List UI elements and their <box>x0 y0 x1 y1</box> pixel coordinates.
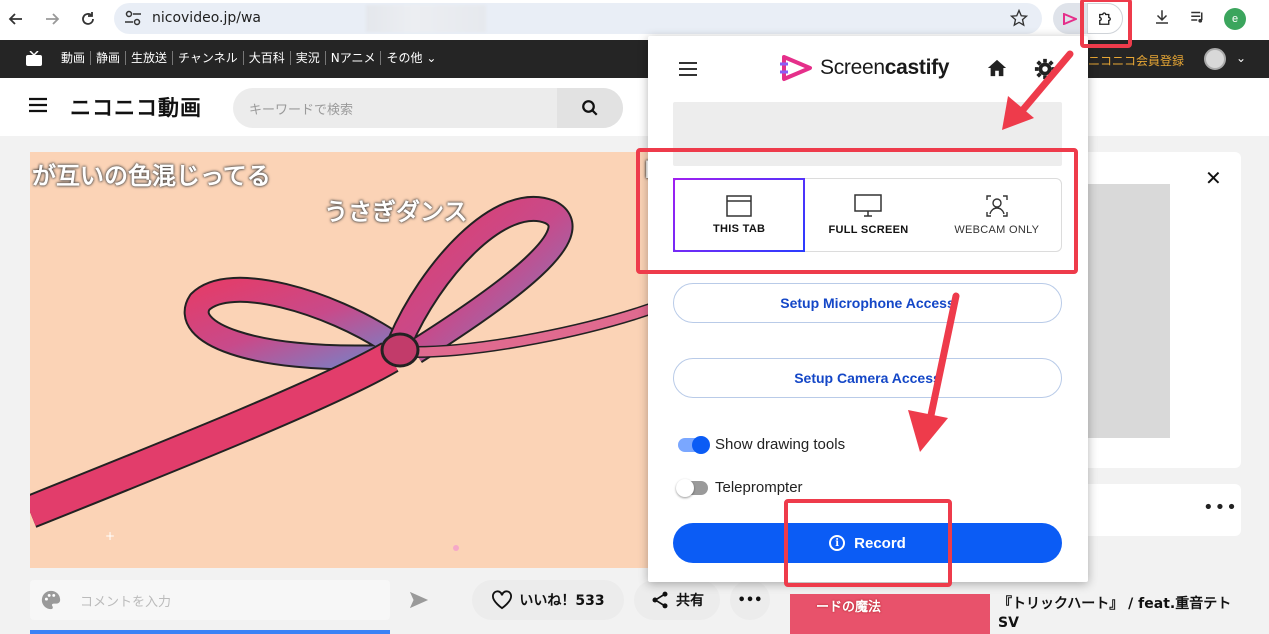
address-bar[interactable]: nicovideo.jp/wa <box>114 3 1042 34</box>
search-bar[interactable]: キーワードで検索 <box>233 88 623 128</box>
highlight-extension-button <box>1080 0 1132 48</box>
ad-card: ✕ <box>1085 152 1241 468</box>
recommended-video-title[interactable]: 『トリックハート』 / feat.重音テトSV <box>998 595 1248 633</box>
brand-name: Screencastify <box>820 56 950 80</box>
brand-prefix: Screen <box>820 56 885 79</box>
danmaku-comment-2: うさぎダンス <box>324 198 468 226</box>
teleprompter-toggle[interactable] <box>676 478 708 497</box>
highlight-record-button <box>784 499 952 587</box>
screencastify-logo-icon <box>780 55 812 81</box>
close-icon[interactable]: ✕ <box>1205 166 1222 190</box>
reload-icon <box>82 12 94 25</box>
share-icon <box>652 591 668 609</box>
like-label: いいね！533 <box>519 593 605 609</box>
home-icon[interactable] <box>986 58 1008 78</box>
back-button[interactable] <box>0 3 32 35</box>
search-button[interactable] <box>557 88 623 128</box>
ad-placeholder <box>1085 184 1170 438</box>
video-player[interactable]: + が互いの色混じってる うさぎダンス P <box>30 152 670 568</box>
popup-menu-icon[interactable] <box>678 61 698 77</box>
browser-toolbar: nicovideo.jp/wa e <box>0 0 1269 40</box>
nav-link-douga[interactable]: 動画 <box>56 51 92 65</box>
setup-camera-button[interactable]: Setup Camera Access <box>673 358 1062 398</box>
screencastify-logo-icon <box>1063 12 1077 25</box>
site-settings-icon[interactable] <box>124 10 142 26</box>
toggle-knob <box>676 478 694 497</box>
brand-suffix: castify <box>884 56 950 79</box>
user-menu-chevron-icon[interactable]: ⌄ <box>1236 51 1246 65</box>
more-options-icon[interactable]: ••• <box>1203 497 1238 518</box>
search-input[interactable]: キーワードで検索 <box>249 99 353 118</box>
nav-link-live[interactable]: 生放送 <box>126 51 174 65</box>
side-card: ••• <box>1085 484 1241 536</box>
progress-strip <box>30 630 390 634</box>
more-actions-button[interactable]: ••• <box>730 580 770 620</box>
screencastify-brand: Screencastify <box>780 54 950 82</box>
teleprompter-label: Teleprompter <box>715 479 803 496</box>
recommended-video-thumbnail[interactable]: ードの魔法 <box>790 594 990 634</box>
toggle-knob <box>692 435 710 454</box>
back-arrow-icon <box>8 13 22 25</box>
danmaku-comment-1: が互いの色混じってる <box>32 162 271 190</box>
setup-microphone-button[interactable]: Setup Microphone Access <box>673 283 1062 323</box>
nav-link-anime[interactable]: Nアニメ <box>326 51 382 65</box>
highlight-mode-selector <box>636 148 1078 274</box>
teleprompter-row: Teleprompter <box>676 478 803 497</box>
drawing-tools-toggle[interactable] <box>678 435 710 454</box>
chevron-down-icon: ⌄ <box>426 51 437 65</box>
palette-icon[interactable] <box>40 589 62 611</box>
service-links: 動画 静画 生放送 チャンネル 大百科 実況 Nアニメ その他 ⌄ <box>56 51 441 65</box>
nav-link-more-label: その他 <box>386 51 423 65</box>
reload-button[interactable] <box>72 3 104 35</box>
like-button[interactable]: いいね！533 <box>472 580 624 620</box>
nav-link-jikkyo[interactable]: 実況 <box>291 51 326 65</box>
heart-icon <box>492 590 513 610</box>
share-label: 共有 <box>676 593 704 609</box>
svg-text:+: + <box>105 529 115 543</box>
download-icon[interactable] <box>1153 8 1171 26</box>
media-queue-icon[interactable] <box>1188 8 1208 26</box>
send-icon[interactable] <box>408 590 430 610</box>
gear-icon[interactable] <box>1034 58 1056 80</box>
drawing-tools-row: Show drawing tools <box>678 435 846 454</box>
nav-link-more[interactable]: その他 ⌄ <box>381 51 441 65</box>
user-avatar[interactable] <box>1204 48 1226 70</box>
url-text: nicovideo.jp/wa <box>152 10 261 26</box>
nav-link-channel[interactable]: チャンネル <box>173 51 244 65</box>
more-dots-icon: ••• <box>737 592 763 608</box>
search-icon <box>582 100 598 116</box>
bookmark-star-icon[interactable] <box>1010 9 1028 27</box>
niconico-tv-icon[interactable] <box>25 51 43 67</box>
nav-link-dic[interactable]: 大百科 <box>244 51 291 65</box>
comment-placeholder: コメントを入力 <box>80 595 172 610</box>
forward-button[interactable] <box>36 3 68 35</box>
register-link[interactable]: ニコニコ会員登録 <box>1088 52 1184 69</box>
nav-link-seiga[interactable]: 静画 <box>91 51 127 65</box>
comment-input[interactable]: コメントを入力 <box>30 580 390 620</box>
niconico-logo[interactable]: ニコニコ動画 <box>70 92 202 122</box>
thumbnail-text: ードの魔法 <box>816 600 882 615</box>
share-button[interactable]: 共有 <box>634 580 720 620</box>
forward-arrow-icon <box>46 13 60 25</box>
profile-avatar[interactable]: e <box>1224 8 1246 30</box>
hamburger-menu-icon[interactable] <box>28 97 48 113</box>
drawing-tools-label: Show drawing tools <box>715 436 846 453</box>
redacted-url <box>366 5 486 32</box>
